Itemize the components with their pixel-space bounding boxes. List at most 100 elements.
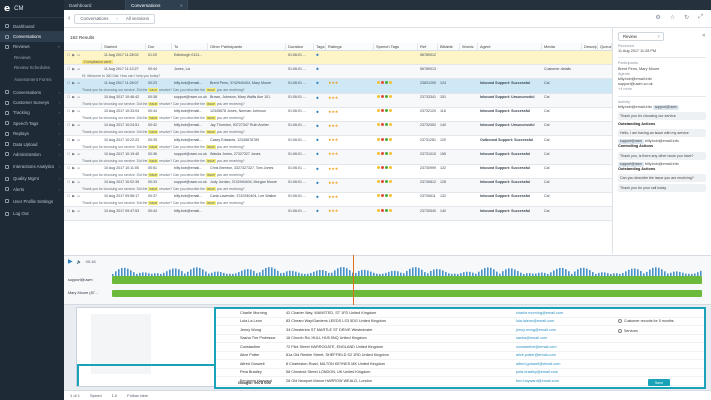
column-header[interactable]: Ref <box>418 43 438 50</box>
table-row[interactable]: ☐ ▶ ▭ 10 Aug 2017 10:33:04 00:44 billy.bob@em… <box>64 108 612 122</box>
column-header[interactable]: Dur <box>146 43 172 50</box>
sidebar-item[interactable]: Log Out <box>0 208 64 218</box>
column-header[interactable]: Words <box>460 43 478 50</box>
checkbox-icon[interactable]: ☐ <box>67 152 70 156</box>
checkbox-icon[interactable]: ☐ <box>67 166 70 170</box>
radio-icon[interactable] <box>618 319 622 323</box>
waveform[interactable] <box>112 266 704 276</box>
tag-icon[interactable]: ⬥ <box>314 180 326 185</box>
tag-icon[interactable]: ⬥ <box>314 137 326 142</box>
screen-icon[interactable]: ▭ <box>77 166 80 170</box>
sidebar-item[interactable]: Tracking › <box>0 108 64 118</box>
tag-icon[interactable]: ⬥ <box>314 151 326 156</box>
tag-icon[interactable]: ⬥ <box>314 80 326 85</box>
tag-icon[interactable]: ⬥ <box>314 52 326 57</box>
table-row[interactable]: ☐ ▶ ▭ 10 Aug 2017 09:47:53 00:44 billy.bob@em… <box>64 207 612 222</box>
sidebar-item[interactable]: Review Schedules <box>0 63 64 73</box>
sidebar-item[interactable]: Assessment Forms <box>0 73 64 87</box>
play-icon[interactable]: ▶ <box>72 194 75 198</box>
star-rating[interactable]: ★★★ <box>328 151 338 156</box>
checkbox-icon[interactable]: ☐ <box>67 209 70 213</box>
star-icon[interactable]: ☆ <box>670 14 675 21</box>
speaker-track[interactable] <box>112 276 702 284</box>
checkbox-icon[interactable]: ☐ <box>67 109 70 113</box>
column-header[interactable]: Speech Tags <box>374 43 418 50</box>
table-row[interactable]: ☐ ▶ ▭ 11 Aug 2017 11:28:07 00:23 billy.bob@em… <box>64 79 612 94</box>
checkbox-icon[interactable]: ☐ <box>67 81 70 85</box>
sidebar-item[interactable]: Data Upload › <box>0 139 64 149</box>
play-icon[interactable]: ▶ <box>72 81 75 85</box>
checkbox-icon[interactable]: ☐ <box>67 53 70 57</box>
review-select[interactable]: Review ˅ <box>618 32 664 41</box>
star-rating[interactable]: ★★★ <box>328 208 338 213</box>
star-rating[interactable]: ★★★ <box>328 123 338 128</box>
screen-option[interactable]: Customer records for 5 months <box>618 319 674 323</box>
column-header[interactable]: Started <box>102 43 146 50</box>
tag-icon[interactable]: ⬥ <box>314 208 326 213</box>
column-header[interactable]: Other Participants <box>208 43 286 50</box>
radio-icon[interactable] <box>618 329 622 333</box>
sidebar-item[interactable]: Interactions Analytics › <box>0 160 64 174</box>
expand-icon[interactable]: ⤢ <box>698 14 703 21</box>
screen-icon[interactable]: ▭ <box>77 81 80 85</box>
screen-icon[interactable]: ▭ <box>77 138 80 142</box>
star-rating[interactable]: ★★★ <box>328 166 338 171</box>
checkbox-icon[interactable]: ☐ <box>67 138 70 142</box>
sidebar-item[interactable]: Replays › <box>0 129 64 139</box>
play-icon[interactable]: ▶ <box>72 166 75 170</box>
table-row[interactable]: ☐ ▶ ▭ 10 Aug 2017 10:11:05 00:51 billy.bob@em… <box>64 165 612 179</box>
column-header[interactable]: Queue <box>598 43 612 50</box>
star-rating[interactable]: ★★★ <box>328 109 338 114</box>
sidebar-item[interactable]: Administration › <box>0 149 64 159</box>
sidebar-item[interactable]: Dashboard <box>0 21 64 31</box>
star-rating[interactable]: ★★★ <box>328 137 338 142</box>
screen-icon[interactable]: ▭ <box>77 194 80 198</box>
column-header[interactable]: Tags <box>314 43 326 50</box>
screen-icon[interactable]: ▭ <box>77 53 80 57</box>
screen-icon[interactable]: ▭ <box>77 209 80 213</box>
screen-icon[interactable]: ▭ <box>77 95 80 99</box>
close-icon[interactable]: ✕ <box>702 33 706 39</box>
table-row[interactable]: ☐ ▶ ▭ 10 Aug 2017 10:02:39 00:33 support@uwm.… <box>64 178 612 193</box>
speed-value[interactable]: 1.0 <box>112 393 118 398</box>
screen-icon[interactable]: ▭ <box>77 109 80 113</box>
column-header[interactable]: Description <box>582 43 598 50</box>
sidebar-item[interactable]: Quality Mgmt › <box>0 174 64 184</box>
sidebar-item[interactable]: Conversations <box>0 31 64 42</box>
sidebar-item[interactable]: Customer Surveys › <box>0 97 64 107</box>
table-row[interactable]: ☐ ▶ ▭ 10 Aug 2017 09:58:17 00:37 billy.bob@em… <box>64 193 612 208</box>
follow-view-toggle[interactable]: Follow view <box>127 393 148 398</box>
screen-thumbnail[interactable] <box>76 307 216 387</box>
checkbox-icon[interactable]: ☐ <box>67 123 70 127</box>
playhead[interactable] <box>353 255 354 305</box>
sidebar-item[interactable]: Reviews ˅ <box>0 42 64 52</box>
star-rating[interactable]: ★★★ <box>328 80 338 85</box>
sidebar-item[interactable]: Speech Tags › <box>0 118 64 128</box>
sidebar-item[interactable]: User Profile Settings <box>0 194 64 208</box>
sidebar-item[interactable]: Reviews <box>0 52 64 62</box>
screen-icon[interactable]: ▭ <box>77 67 80 71</box>
star-rating[interactable]: ★★★ <box>328 180 338 185</box>
tag-icon[interactable]: ⬥ <box>314 166 326 171</box>
sidebar-item[interactable]: Conversations › <box>0 87 64 97</box>
star-rating[interactable]: ★★★ <box>328 95 338 100</box>
screen-icon[interactable]: ▭ <box>77 152 80 156</box>
save-button[interactable]: Save <box>648 379 670 386</box>
play-icon[interactable]: ▶ <box>72 123 75 127</box>
column-header[interactable]: Ratings <box>326 43 374 50</box>
play-icon[interactable]: ▶ <box>72 109 75 113</box>
sidebar-item[interactable]: Alerts › <box>0 184 64 194</box>
column-header[interactable]: Agent <box>478 43 542 50</box>
tag-icon[interactable]: ⬥ <box>314 95 326 100</box>
breadcrumb-first[interactable]: Conversations <box>80 16 108 21</box>
tag-icon[interactable]: ⬥ <box>314 66 326 71</box>
play-icon[interactable]: ▶ <box>72 152 75 156</box>
screen-option[interactable]: Services <box>618 329 638 333</box>
tag-icon[interactable]: ⬥ <box>314 109 326 114</box>
play-icon[interactable]: ▶ <box>72 209 75 213</box>
column-header[interactable]: Media <box>542 43 582 50</box>
column-header[interactable] <box>64 43 102 50</box>
play-icon[interactable]: ▶ <box>72 95 75 99</box>
table-row[interactable]: ☐ ▶ ▭ 10 Aug 2017 10:22:22 00:39 billy.bob@em… <box>64 136 612 151</box>
tab-dashboard[interactable]: Dashboard <box>64 0 126 10</box>
